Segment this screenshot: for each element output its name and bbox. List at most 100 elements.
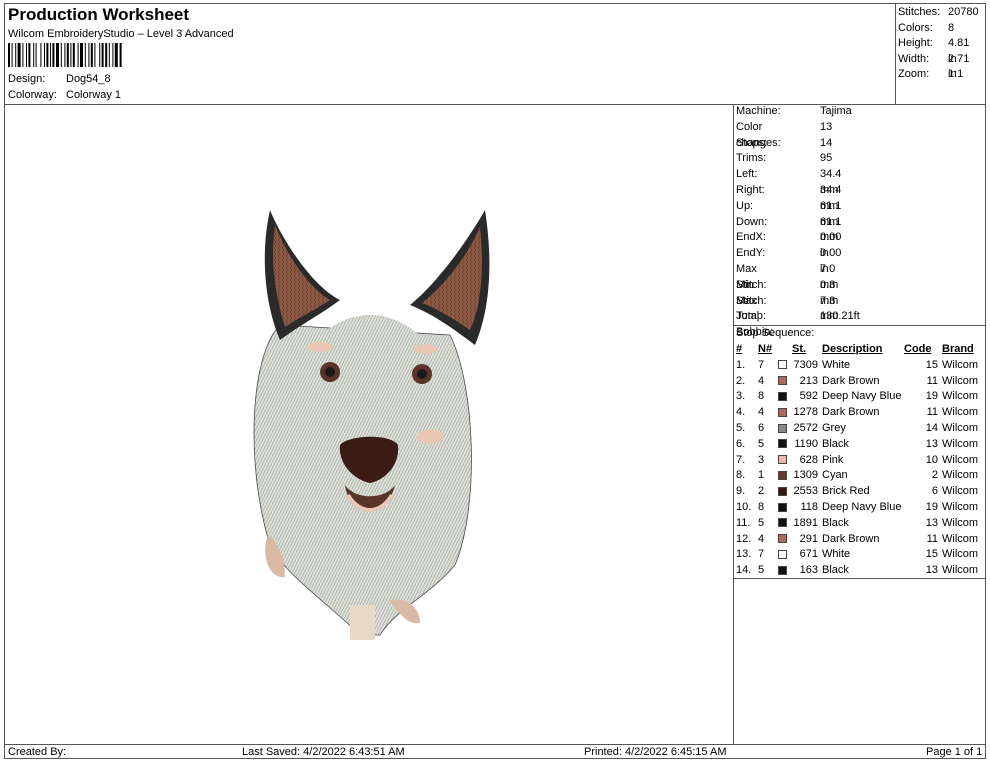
row-needle: 5: [758, 437, 765, 450]
row-stitches: 1190: [794, 437, 818, 450]
stop-sequence-header-row: # N# St. Description Code Brand: [736, 342, 984, 358]
row-needle: 8: [758, 390, 765, 403]
row-index: 14.: [736, 564, 752, 577]
row-description: White: [822, 548, 851, 561]
row-stitches: 163: [799, 564, 818, 577]
row-stitches: 628: [799, 453, 818, 466]
table-row: 12. 4 291 Dark Brown 11 Wilcom: [736, 532, 984, 548]
row-needle: 5: [758, 516, 765, 529]
row-index: 5.: [736, 421, 746, 434]
stat-label: Left:: [736, 168, 758, 181]
barcode-bar: [88, 43, 90, 67]
barcode-bar: [50, 43, 51, 67]
row-code: 11: [926, 406, 938, 419]
col-stitches: St.: [792, 343, 807, 355]
row-description: Dark Brown: [822, 374, 880, 387]
row-brand: Wilcom: [942, 437, 979, 450]
barcode-bar: [60, 43, 62, 67]
row-brand: Wilcom: [942, 469, 979, 482]
table-row: 7. 3 628 Pink 10 Wilcom: [736, 453, 984, 469]
summary-label: Colors:: [898, 21, 933, 34]
summary-divider: [895, 3, 896, 104]
barcode-bar: [28, 43, 31, 67]
table-row: 1. 7 7309 White 15 Wilcom: [736, 358, 984, 374]
stat-label: Up:: [736, 199, 754, 212]
row-stitches: 1309: [793, 469, 818, 482]
summary-value: 1:1: [948, 68, 964, 81]
stat-label: Stops:: [736, 136, 768, 149]
barcode-bar: [90, 43, 93, 67]
barcode-bar: [108, 43, 110, 67]
row-code: 15: [925, 548, 938, 561]
row-brand: Wilcom: [942, 564, 979, 577]
row-description: Deep Navy Blue: [822, 390, 902, 403]
row-index: 1.: [736, 358, 746, 371]
row-code: 6: [931, 485, 938, 498]
footer-divider: [4, 744, 986, 745]
summary-value: 20780: [948, 6, 979, 18]
col-needle: N#: [758, 343, 773, 355]
color-swatch: [778, 534, 787, 544]
frame-left: [4, 3, 5, 759]
stat-value: 95: [820, 152, 833, 165]
row-code: 19: [925, 390, 938, 403]
row-index: 6.: [736, 437, 746, 450]
row-needle: 4: [758, 406, 765, 419]
barcode-bar: [15, 43, 17, 67]
table-row: 8. 1 1309 Cyan 2 Wilcom: [736, 468, 984, 484]
colorway-label: Colorway:: [8, 89, 57, 101]
page-title: Production Worksheet: [8, 5, 190, 24]
barcode-bar: [112, 43, 114, 67]
color-swatch: [778, 439, 787, 449]
right-ear: [410, 210, 490, 345]
row-brand: Wilcom: [942, 516, 979, 529]
col-code: Code: [904, 343, 932, 355]
table-row: 9. 2 2553 Brick Red 6 Wilcom: [736, 484, 984, 500]
side-panel-divider: [733, 104, 734, 744]
barcode-bar: [11, 43, 13, 67]
color-swatch: [778, 376, 787, 386]
table-row: 14. 5 163 Black 13 Wilcom: [736, 563, 984, 579]
barcode-bar: [119, 43, 122, 67]
barcode-bar: [84, 43, 86, 67]
barcode-bar: [46, 43, 49, 67]
row-description: Deep Navy Blue: [822, 500, 902, 513]
row-code: 11: [926, 532, 938, 545]
colorway-value: Colorway 1: [66, 89, 122, 101]
stat-value: Tajima: [820, 105, 852, 117]
row-code: 13: [925, 437, 938, 450]
barcode-bar: [44, 43, 45, 67]
row-code: 14: [925, 421, 938, 434]
row-needle: 6: [758, 421, 765, 434]
software-subtitle: Wilcom EmbroideryStudio – Level 3 Advanc…: [8, 28, 234, 40]
row-code: 19: [925, 500, 938, 513]
table-row: 5. 6 2572 Grey 14 Wilcom: [736, 421, 984, 437]
stop-sequence-table: # N# St. Description Code Brand 1. 7 7309 W…: [736, 342, 984, 579]
table-row: 13. 7 671 White 15 Wilcom: [736, 547, 984, 563]
summary-label: Height:: [898, 37, 933, 50]
barcode-bar: [35, 43, 37, 67]
barcode-bar: [94, 43, 96, 67]
color-swatch: [778, 423, 787, 433]
row-needle: 8: [758, 500, 765, 513]
stat-label: Machine:: [736, 105, 781, 117]
row-description: Pink: [822, 453, 844, 466]
color-swatch: [778, 518, 787, 528]
last-saved: Last Saved: 4/2/2022 6:43:51 AM: [242, 746, 405, 758]
barcode-bar: [52, 43, 55, 67]
page-number: Page 1 of 1: [926, 746, 983, 758]
row-stitches: 1278: [793, 406, 818, 419]
design-label: Design:: [8, 73, 46, 85]
row-brand: Wilcom: [942, 453, 979, 466]
design-value: Dog54_8: [66, 73, 111, 85]
barcode-bar: [70, 43, 72, 67]
frame-top: [4, 3, 986, 4]
color-swatch: [778, 486, 787, 496]
color-swatch: [778, 565, 787, 575]
barcode-bar: [99, 43, 101, 67]
summary-label: Stitches:: [898, 6, 941, 18]
col-description: Description: [822, 343, 883, 355]
color-swatch: [778, 407, 787, 417]
frame-right: [985, 3, 986, 759]
stat-value: 14: [820, 136, 833, 149]
